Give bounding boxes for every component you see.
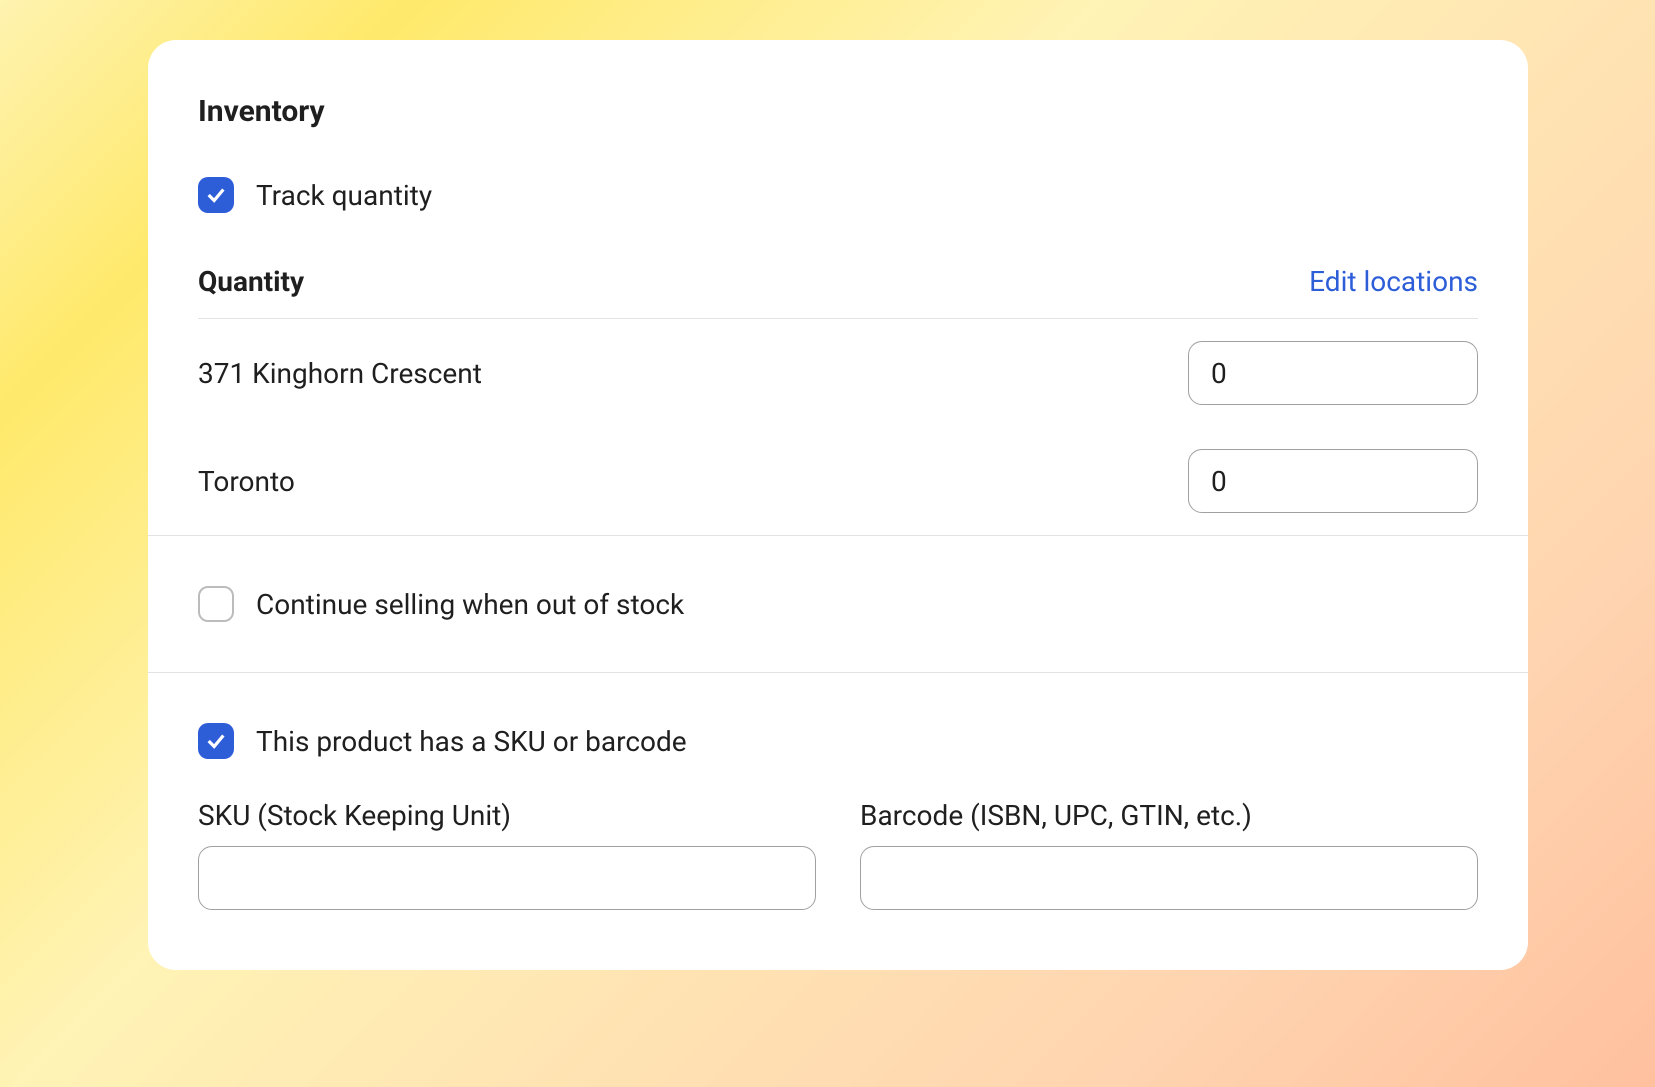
has-sku-row: This product has a SKU or barcode: [198, 723, 1478, 759]
location-row: 371 Kinghorn Crescent: [198, 319, 1478, 427]
check-icon: [205, 184, 227, 206]
track-quantity-row: Track quantity: [198, 177, 1478, 213]
sku-label: SKU (Stock Keeping Unit): [198, 799, 816, 832]
location-quantity-input[interactable]: [1188, 341, 1478, 405]
section-title: Inventory: [198, 94, 1478, 129]
barcode-field: Barcode (ISBN, UPC, GTIN, etc.): [860, 799, 1478, 910]
inventory-card: Inventory Track quantity Quantity Edit l…: [148, 40, 1528, 970]
continue-selling-section: Continue selling when out of stock: [148, 535, 1528, 672]
continue-selling-checkbox[interactable]: [198, 586, 234, 622]
location-name: Toronto: [198, 465, 295, 498]
track-quantity-checkbox[interactable]: [198, 177, 234, 213]
continue-selling-label: Continue selling when out of stock: [256, 588, 684, 621]
sku-field: SKU (Stock Keeping Unit): [198, 799, 816, 910]
check-icon: [205, 730, 227, 752]
has-sku-label: This product has a SKU or barcode: [256, 725, 687, 758]
location-name: 371 Kinghorn Crescent: [198, 357, 482, 390]
card-body: Inventory Track quantity Quantity Edit l…: [148, 40, 1528, 970]
barcode-label: Barcode (ISBN, UPC, GTIN, etc.): [860, 799, 1478, 832]
location-quantity-input[interactable]: [1188, 449, 1478, 513]
sku-section: This product has a SKU or barcode SKU (S…: [148, 672, 1528, 930]
quantity-header: Quantity Edit locations: [198, 265, 1478, 319]
sku-input[interactable]: [198, 846, 816, 910]
continue-selling-row: Continue selling when out of stock: [198, 586, 1478, 622]
sku-barcode-grid: SKU (Stock Keeping Unit) Barcode (ISBN, …: [198, 799, 1478, 910]
quantity-title: Quantity: [198, 265, 304, 298]
barcode-input[interactable]: [860, 846, 1478, 910]
has-sku-checkbox[interactable]: [198, 723, 234, 759]
edit-locations-link[interactable]: Edit locations: [1309, 265, 1478, 298]
location-row: Toronto: [198, 427, 1478, 535]
track-quantity-label: Track quantity: [256, 179, 432, 212]
